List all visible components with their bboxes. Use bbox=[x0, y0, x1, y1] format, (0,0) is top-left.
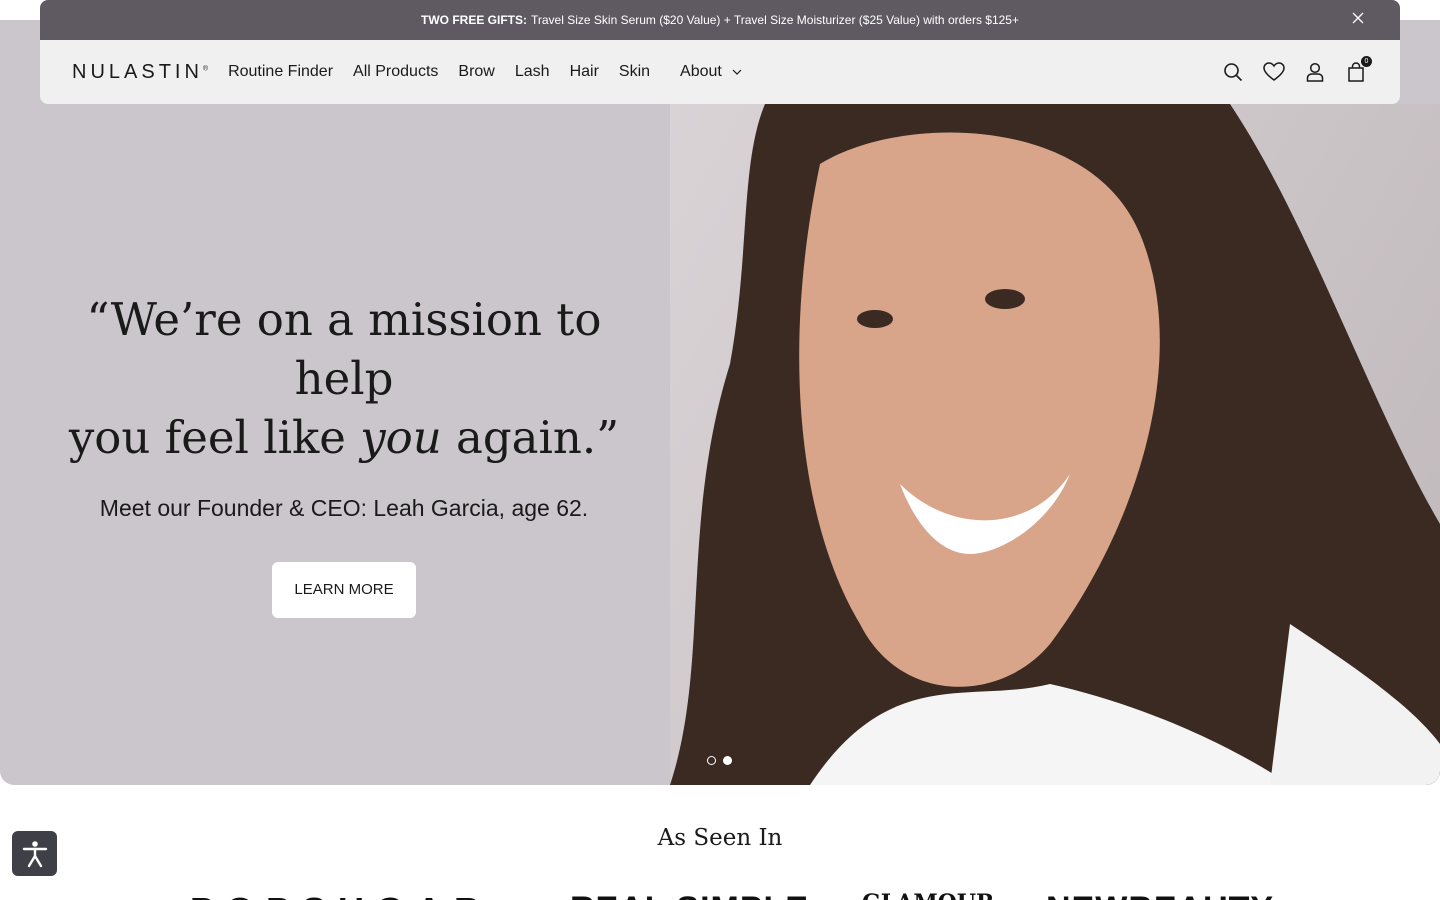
announcement-bar: TWO FREE GIFTS: Travel Size Skin Serum (… bbox=[40, 0, 1400, 40]
press-logo-newbeauty: NEWBEAUTY bbox=[1046, 890, 1274, 900]
press-logo-strip: POPSUGAR REAL SIMPLE GLAMOUR NEWBEAUTY bbox=[0, 884, 1440, 900]
headline-line-2: you feel like you again.” bbox=[30, 408, 658, 467]
header-icons: 0 bbox=[1204, 56, 1372, 84]
bag-icon[interactable]: 0 bbox=[1344, 56, 1372, 84]
nav-hair[interactable]: Hair bbox=[570, 63, 599, 81]
press-logo-real-simple: REAL SIMPLE bbox=[570, 890, 809, 900]
heart-icon[interactable] bbox=[1262, 60, 1286, 84]
brand-logo[interactable]: NULASTIN® bbox=[72, 61, 208, 84]
announcement-bold: TWO FREE GIFTS: bbox=[421, 13, 527, 27]
headline-line-1: “We’re on a mission to help bbox=[86, 293, 602, 405]
chevron-down-icon bbox=[732, 66, 742, 78]
user-icon[interactable] bbox=[1303, 60, 1327, 84]
main-nav: Routine Finder All Products Brow Lash Ha… bbox=[228, 63, 762, 81]
headline-line-2-pre: you feel like bbox=[68, 411, 361, 464]
carousel-dots bbox=[707, 756, 739, 765]
press-logo-glamour: GLAMOUR bbox=[862, 890, 994, 900]
nav-brow[interactable]: Brow bbox=[458, 63, 494, 81]
press-logo-popsugar: POPSUGAR bbox=[190, 890, 492, 900]
hero-portrait-image bbox=[670, 104, 1440, 785]
cart-count-badge: 0 bbox=[1361, 56, 1372, 67]
carousel-dot-1[interactable] bbox=[707, 756, 716, 765]
headline-line-2-post: again.” bbox=[441, 411, 620, 464]
announcement-text: Travel Size Skin Serum ($20 Value) + Tra… bbox=[531, 13, 1019, 27]
site-header: NULASTIN® Routine Finder All Products Br… bbox=[40, 40, 1400, 104]
carousel-dot-2-active[interactable] bbox=[723, 756, 732, 765]
brand-logo-text: NULASTIN bbox=[72, 60, 203, 83]
learn-more-button[interactable]: LEARN MORE bbox=[272, 562, 416, 618]
search-icon[interactable] bbox=[1221, 60, 1245, 84]
accessibility-icon[interactable] bbox=[12, 831, 57, 876]
nav-routine-finder[interactable]: Routine Finder bbox=[228, 63, 333, 81]
founder-portrait-illustration bbox=[670, 104, 1440, 785]
nav-all-products[interactable]: All Products bbox=[353, 63, 438, 81]
hero-banner: “We’re on a mission to help you feel lik… bbox=[0, 20, 1440, 785]
hero-headline: “We’re on a mission to help you feel lik… bbox=[30, 290, 658, 467]
hero-subline: Meet our Founder & CEO: Leah Garcia, age… bbox=[99, 495, 589, 521]
headline-emphasis: you bbox=[360, 411, 442, 464]
hero-text-block: “We’re on a mission to help you feel lik… bbox=[30, 290, 658, 618]
close-icon[interactable] bbox=[1350, 12, 1366, 28]
nav-about-label: About bbox=[680, 63, 722, 80]
nav-about-dropdown[interactable]: About bbox=[680, 63, 742, 81]
as-seen-in-heading: As Seen In bbox=[657, 825, 783, 851]
nav-lash[interactable]: Lash bbox=[515, 63, 550, 81]
nav-skin[interactable]: Skin bbox=[619, 63, 650, 81]
